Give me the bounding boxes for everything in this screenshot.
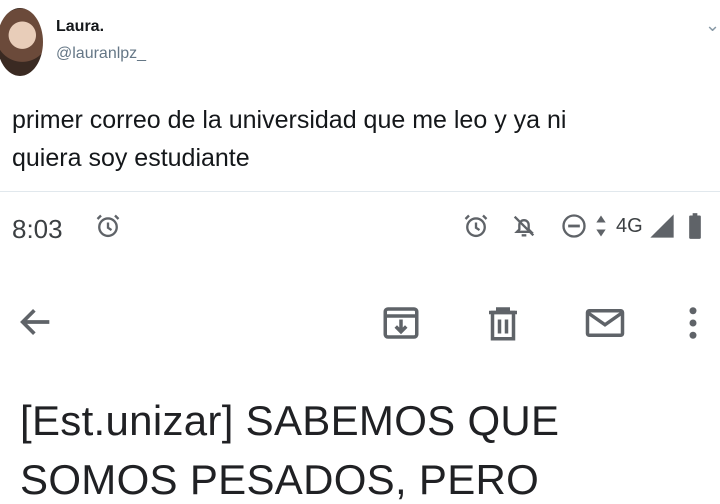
email-subject: [Est.unizar] SABEMOS QUE (20, 397, 560, 444)
signal-icon (650, 214, 674, 238)
alarm-icon (96, 214, 120, 238)
do-not-disturb-icon (562, 214, 586, 238)
tweet-text: primer correo de la universidad que me l… (12, 106, 567, 172)
author-name[interactable]: Laura. (56, 18, 104, 36)
chevron-down-icon[interactable]: ⌄ (705, 15, 720, 36)
author-handle[interactable]: @lauranlpz_ (56, 45, 146, 63)
tweet-card: Laura. @lauranlpz_ ⌄ primer correo de la… (0, 0, 720, 192)
alarm-icon (464, 214, 488, 238)
phone-screenshot: 8:03 4G [Est.unizar] SABEMOS QUE SOMOS P… (0, 192, 720, 503)
battery-icon (689, 213, 701, 239)
email-subject-continued: SOMOS PESADOS, PERO (20, 456, 540, 503)
archive-icon[interactable] (380, 302, 422, 344)
trash-icon[interactable] (482, 302, 524, 344)
avatar[interactable] (0, 8, 43, 76)
mark-unread-icon[interactable] (584, 302, 626, 344)
status-time: 8:03 (12, 214, 63, 244)
arrow-back-icon[interactable] (16, 302, 56, 342)
bell-off-icon (513, 215, 535, 237)
network-type: 4G (616, 215, 643, 237)
data-arrows-icon (596, 215, 606, 237)
more-vert-icon[interactable] (684, 302, 702, 344)
